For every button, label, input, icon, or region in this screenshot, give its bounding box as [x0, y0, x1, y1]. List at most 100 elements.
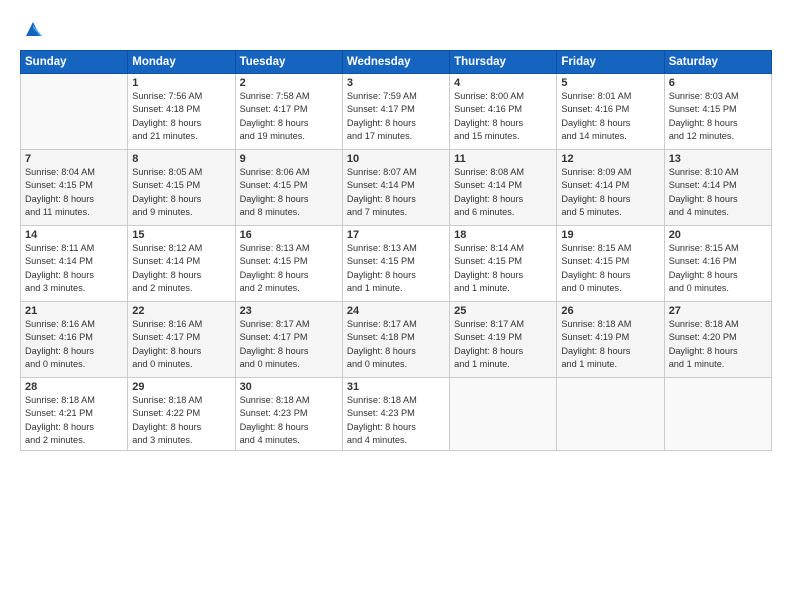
day-info: Sunrise: 8:03 AMSunset: 4:15 PMDaylight:… — [669, 90, 767, 143]
calendar-cell: 25Sunrise: 8:17 AMSunset: 4:19 PMDayligh… — [450, 302, 557, 378]
day-info: Sunrise: 7:58 AMSunset: 4:17 PMDaylight:… — [240, 90, 338, 143]
calendar-cell: 30Sunrise: 8:18 AMSunset: 4:23 PMDayligh… — [235, 378, 342, 451]
day-info: Sunrise: 8:17 AMSunset: 4:18 PMDaylight:… — [347, 318, 445, 371]
calendar-table: SundayMondayTuesdayWednesdayThursdayFrid… — [20, 50, 772, 451]
day-info: Sunrise: 8:18 AMSunset: 4:20 PMDaylight:… — [669, 318, 767, 371]
calendar-cell: 23Sunrise: 8:17 AMSunset: 4:17 PMDayligh… — [235, 302, 342, 378]
day-info: Sunrise: 8:05 AMSunset: 4:15 PMDaylight:… — [132, 166, 230, 219]
header-day-friday: Friday — [557, 51, 664, 74]
calendar-cell: 7Sunrise: 8:04 AMSunset: 4:15 PMDaylight… — [21, 150, 128, 226]
week-row-1: 1Sunrise: 7:56 AMSunset: 4:18 PMDaylight… — [21, 74, 772, 150]
day-info: Sunrise: 8:15 AMSunset: 4:15 PMDaylight:… — [561, 242, 659, 295]
logo — [20, 18, 44, 40]
day-number: 23 — [240, 305, 338, 317]
calendar-cell: 24Sunrise: 8:17 AMSunset: 4:18 PMDayligh… — [342, 302, 449, 378]
calendar-header: SundayMondayTuesdayWednesdayThursdayFrid… — [21, 51, 772, 74]
calendar-cell: 31Sunrise: 8:18 AMSunset: 4:23 PMDayligh… — [342, 378, 449, 451]
calendar-cell: 20Sunrise: 8:15 AMSunset: 4:16 PMDayligh… — [664, 226, 771, 302]
calendar-cell: 10Sunrise: 8:07 AMSunset: 4:14 PMDayligh… — [342, 150, 449, 226]
day-info: Sunrise: 8:04 AMSunset: 4:15 PMDaylight:… — [25, 166, 123, 219]
calendar-cell: 29Sunrise: 8:18 AMSunset: 4:22 PMDayligh… — [128, 378, 235, 451]
day-number: 26 — [561, 305, 659, 317]
day-info: Sunrise: 8:12 AMSunset: 4:14 PMDaylight:… — [132, 242, 230, 295]
day-info: Sunrise: 7:56 AMSunset: 4:18 PMDaylight:… — [132, 90, 230, 143]
calendar-cell: 19Sunrise: 8:15 AMSunset: 4:15 PMDayligh… — [557, 226, 664, 302]
day-info: Sunrise: 8:09 AMSunset: 4:14 PMDaylight:… — [561, 166, 659, 219]
calendar-cell: 8Sunrise: 8:05 AMSunset: 4:15 PMDaylight… — [128, 150, 235, 226]
day-number: 10 — [347, 153, 445, 165]
calendar-cell: 16Sunrise: 8:13 AMSunset: 4:15 PMDayligh… — [235, 226, 342, 302]
week-row-5: 28Sunrise: 8:18 AMSunset: 4:21 PMDayligh… — [21, 378, 772, 451]
calendar-cell: 26Sunrise: 8:18 AMSunset: 4:19 PMDayligh… — [557, 302, 664, 378]
day-number: 31 — [347, 381, 445, 393]
day-number: 8 — [132, 153, 230, 165]
day-info: Sunrise: 8:07 AMSunset: 4:14 PMDaylight:… — [347, 166, 445, 219]
calendar-cell — [664, 378, 771, 451]
day-info: Sunrise: 8:18 AMSunset: 4:23 PMDaylight:… — [240, 394, 338, 447]
day-number: 13 — [669, 153, 767, 165]
day-info: Sunrise: 8:18 AMSunset: 4:22 PMDaylight:… — [132, 394, 230, 447]
day-number: 27 — [669, 305, 767, 317]
calendar-cell: 6Sunrise: 8:03 AMSunset: 4:15 PMDaylight… — [664, 74, 771, 150]
day-number: 5 — [561, 77, 659, 89]
day-number: 30 — [240, 381, 338, 393]
day-info: Sunrise: 8:13 AMSunset: 4:15 PMDaylight:… — [240, 242, 338, 295]
calendar-cell: 21Sunrise: 8:16 AMSunset: 4:16 PMDayligh… — [21, 302, 128, 378]
day-info: Sunrise: 8:15 AMSunset: 4:16 PMDaylight:… — [669, 242, 767, 295]
week-row-4: 21Sunrise: 8:16 AMSunset: 4:16 PMDayligh… — [21, 302, 772, 378]
day-number: 9 — [240, 153, 338, 165]
calendar-cell: 22Sunrise: 8:16 AMSunset: 4:17 PMDayligh… — [128, 302, 235, 378]
day-info: Sunrise: 8:11 AMSunset: 4:14 PMDaylight:… — [25, 242, 123, 295]
calendar-cell: 27Sunrise: 8:18 AMSunset: 4:20 PMDayligh… — [664, 302, 771, 378]
day-info: Sunrise: 8:08 AMSunset: 4:14 PMDaylight:… — [454, 166, 552, 219]
day-number: 21 — [25, 305, 123, 317]
logo-icon — [22, 18, 44, 40]
day-info: Sunrise: 8:16 AMSunset: 4:17 PMDaylight:… — [132, 318, 230, 371]
calendar-cell: 18Sunrise: 8:14 AMSunset: 4:15 PMDayligh… — [450, 226, 557, 302]
day-number: 2 — [240, 77, 338, 89]
header — [20, 18, 772, 40]
header-row: SundayMondayTuesdayWednesdayThursdayFrid… — [21, 51, 772, 74]
calendar-cell: 2Sunrise: 7:58 AMSunset: 4:17 PMDaylight… — [235, 74, 342, 150]
day-info: Sunrise: 8:18 AMSunset: 4:21 PMDaylight:… — [25, 394, 123, 447]
day-info: Sunrise: 8:10 AMSunset: 4:14 PMDaylight:… — [669, 166, 767, 219]
calendar-cell: 14Sunrise: 8:11 AMSunset: 4:14 PMDayligh… — [21, 226, 128, 302]
day-number: 18 — [454, 229, 552, 241]
page: SundayMondayTuesdayWednesdayThursdayFrid… — [0, 0, 792, 612]
calendar-cell: 4Sunrise: 8:00 AMSunset: 4:16 PMDaylight… — [450, 74, 557, 150]
day-number: 28 — [25, 381, 123, 393]
day-info: Sunrise: 8:16 AMSunset: 4:16 PMDaylight:… — [25, 318, 123, 371]
week-row-2: 7Sunrise: 8:04 AMSunset: 4:15 PMDaylight… — [21, 150, 772, 226]
day-info: Sunrise: 8:00 AMSunset: 4:16 PMDaylight:… — [454, 90, 552, 143]
day-number: 6 — [669, 77, 767, 89]
day-info: Sunrise: 8:17 AMSunset: 4:17 PMDaylight:… — [240, 318, 338, 371]
day-number: 20 — [669, 229, 767, 241]
week-row-3: 14Sunrise: 8:11 AMSunset: 4:14 PMDayligh… — [21, 226, 772, 302]
day-number: 19 — [561, 229, 659, 241]
calendar-cell: 9Sunrise: 8:06 AMSunset: 4:15 PMDaylight… — [235, 150, 342, 226]
day-info: Sunrise: 8:18 AMSunset: 4:23 PMDaylight:… — [347, 394, 445, 447]
calendar-cell: 11Sunrise: 8:08 AMSunset: 4:14 PMDayligh… — [450, 150, 557, 226]
calendar-cell — [557, 378, 664, 451]
calendar-cell — [450, 378, 557, 451]
day-number: 22 — [132, 305, 230, 317]
calendar-cell: 5Sunrise: 8:01 AMSunset: 4:16 PMDaylight… — [557, 74, 664, 150]
day-number: 7 — [25, 153, 123, 165]
header-day-thursday: Thursday — [450, 51, 557, 74]
calendar-cell: 12Sunrise: 8:09 AMSunset: 4:14 PMDayligh… — [557, 150, 664, 226]
day-number: 15 — [132, 229, 230, 241]
day-info: Sunrise: 8:17 AMSunset: 4:19 PMDaylight:… — [454, 318, 552, 371]
day-number: 12 — [561, 153, 659, 165]
day-info: Sunrise: 8:14 AMSunset: 4:15 PMDaylight:… — [454, 242, 552, 295]
header-day-monday: Monday — [128, 51, 235, 74]
day-number: 4 — [454, 77, 552, 89]
calendar-cell: 1Sunrise: 7:56 AMSunset: 4:18 PMDaylight… — [128, 74, 235, 150]
day-info: Sunrise: 8:18 AMSunset: 4:19 PMDaylight:… — [561, 318, 659, 371]
day-number: 14 — [25, 229, 123, 241]
calendar-body: 1Sunrise: 7:56 AMSunset: 4:18 PMDaylight… — [21, 74, 772, 451]
calendar-cell: 13Sunrise: 8:10 AMSunset: 4:14 PMDayligh… — [664, 150, 771, 226]
day-info: Sunrise: 7:59 AMSunset: 4:17 PMDaylight:… — [347, 90, 445, 143]
header-day-wednesday: Wednesday — [342, 51, 449, 74]
day-info: Sunrise: 8:13 AMSunset: 4:15 PMDaylight:… — [347, 242, 445, 295]
day-number: 25 — [454, 305, 552, 317]
